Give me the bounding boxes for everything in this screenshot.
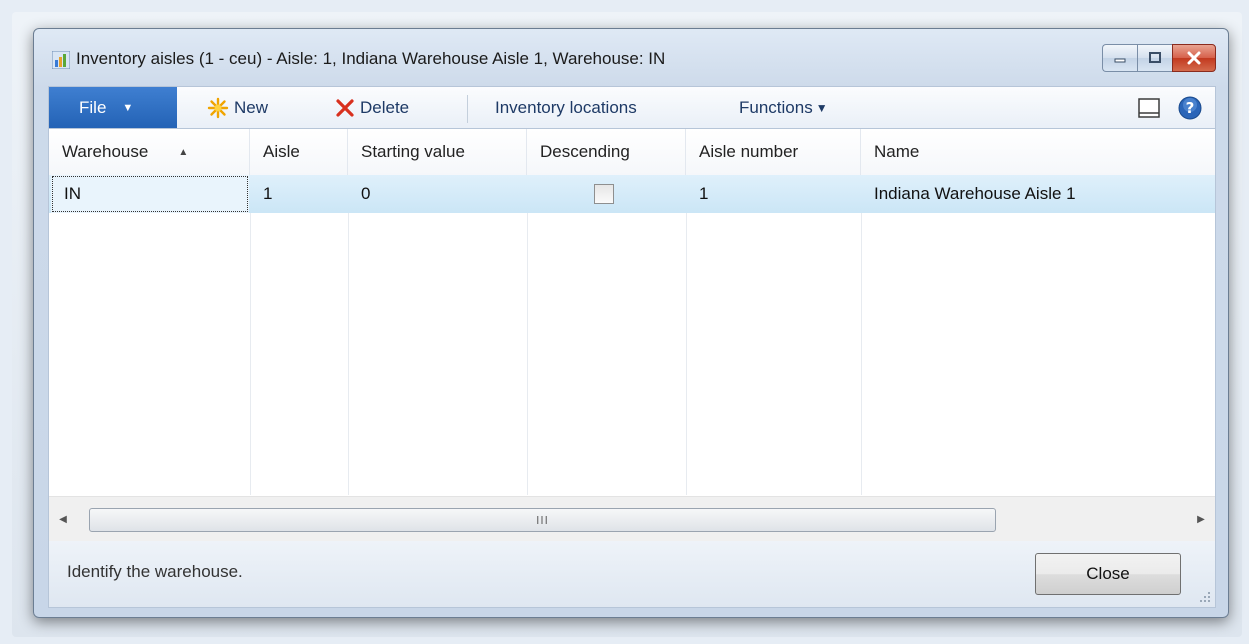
new-icon [207, 97, 229, 119]
new-button[interactable]: New [207, 87, 268, 129]
column-header-starting-value[interactable]: Starting value [348, 129, 527, 175]
cell-name[interactable]: Indiana Warehouse Aisle 1 [861, 175, 1215, 213]
scroll-right-arrow-icon[interactable]: ▶ [1191, 509, 1211, 529]
column-header-warehouse[interactable]: Warehouse ▲ [49, 129, 250, 175]
column-divider [348, 175, 349, 495]
table-row[interactable]: IN 1 0 1 Indiana Warehouse Aisle 1 [49, 175, 1215, 213]
column-divider [861, 175, 862, 495]
action-pane: File ▼ New Delete Inventory locations Fu… [48, 86, 1216, 129]
cell-aisle[interactable]: 1 [250, 175, 348, 213]
cell-warehouse[interactable]: IN [51, 175, 249, 213]
column-header-name[interactable]: Name [861, 129, 1215, 175]
column-header-descending[interactable]: Descending [527, 129, 686, 175]
close-icon [1187, 51, 1201, 65]
status-bar: Identify the warehouse. Close [48, 541, 1216, 608]
descending-checkbox[interactable] [594, 184, 614, 204]
list-view-icon[interactable] [1138, 98, 1160, 118]
minimize-icon [1114, 58, 1126, 63]
delete-label: Delete [360, 98, 410, 117]
column-header-aisle[interactable]: Aisle [250, 129, 348, 175]
chevron-down-icon: ▼ [122, 102, 134, 114]
horizontal-scrollbar[interactable]: ◀ III ▶ [49, 496, 1215, 541]
delete-button[interactable]: Delete [335, 87, 409, 129]
minimize-button[interactable] [1102, 44, 1137, 72]
maximize-button[interactable] [1137, 44, 1172, 72]
scrollbar-thumb[interactable]: III [89, 508, 996, 532]
svg-text:?: ? [1186, 99, 1195, 117]
delete-icon [336, 99, 354, 117]
cell-descending[interactable] [527, 175, 686, 213]
column-divider [686, 175, 687, 495]
help-icon[interactable]: ? [1178, 96, 1202, 120]
inventory-locations-button[interactable]: Inventory locations [495, 87, 637, 129]
scroll-left-arrow-icon[interactable]: ◀ [53, 509, 73, 529]
cell-aisle-number[interactable]: 1 [686, 175, 861, 213]
app-icon [52, 51, 70, 69]
resize-grip-icon[interactable] [1199, 591, 1211, 603]
close-button[interactable]: Close [1035, 553, 1181, 595]
status-text: Identify the warehouse. [67, 562, 243, 581]
toolbar-divider [467, 95, 468, 123]
cell-starting-value[interactable]: 0 [348, 175, 527, 213]
column-header-aisle-number[interactable]: Aisle number [686, 129, 861, 175]
column-divider [250, 175, 251, 495]
column-divider [527, 175, 528, 495]
maximize-icon [1149, 52, 1161, 63]
file-menu-button[interactable]: File ▼ [49, 87, 177, 129]
functions-menu-button[interactable]: Functions ▼ [739, 87, 828, 129]
caret-down-icon: ▼ [815, 101, 828, 115]
column-header-label: Warehouse [62, 142, 149, 161]
functions-label: Functions [739, 98, 813, 117]
scrollbar-grip: III [536, 513, 549, 527]
sort-ascending-icon: ▲ [178, 146, 189, 158]
grid-header: Warehouse ▲ Aisle Starting value Descend… [49, 129, 1215, 176]
aisles-grid: Warehouse ▲ Aisle Starting value Descend… [48, 128, 1216, 542]
window-controls [1102, 44, 1216, 72]
title-bar[interactable]: Inventory aisles (1 - ceu) - Aisle: 1, I… [34, 29, 1228, 79]
inventory-aisles-window: Inventory aisles (1 - ceu) - Aisle: 1, I… [33, 28, 1229, 618]
close-window-button[interactable] [1172, 44, 1216, 72]
new-label: New [234, 98, 269, 117]
file-menu-label: File [79, 98, 107, 117]
window-title: Inventory aisles (1 - ceu) - Aisle: 1, I… [76, 49, 666, 68]
